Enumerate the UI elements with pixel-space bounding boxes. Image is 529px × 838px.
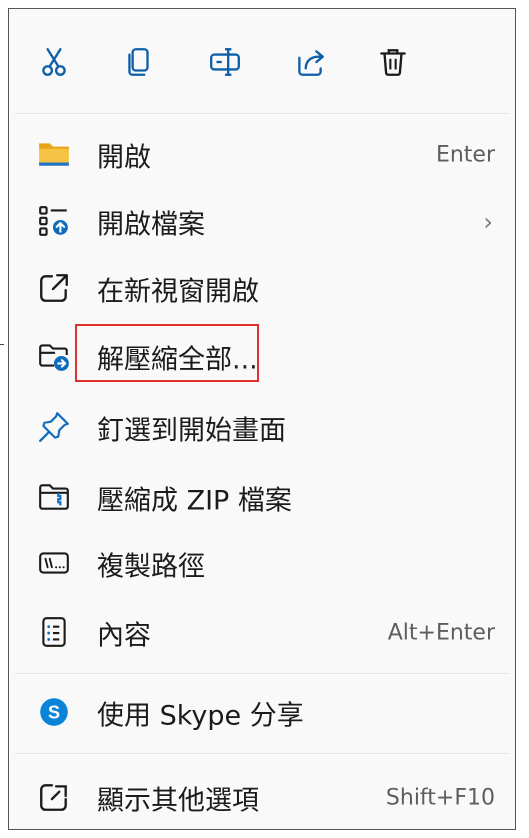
rename-button[interactable]	[205, 42, 245, 82]
menu-item-open[interactable]: 開啟 Enter	[9, 123, 515, 187]
menu-item-open-new-window[interactable]: 在新視窗開啟	[9, 257, 515, 321]
menu-item-label: 顯示其他選項	[97, 785, 259, 817]
more-options-icon	[37, 780, 71, 814]
pin-icon	[37, 410, 71, 444]
copy-button[interactable]	[119, 42, 159, 82]
extract-folder-icon	[37, 339, 71, 373]
copy-path-icon	[37, 546, 71, 580]
svg-text:S: S	[48, 702, 60, 722]
cut-icon	[42, 48, 66, 76]
menu-item-label: 開啟檔案	[97, 209, 205, 241]
cut-button[interactable]	[34, 42, 74, 82]
context-toolbar	[9, 9, 515, 113]
menu-item-label: 開啟	[97, 142, 151, 174]
menu-item-show-more-options[interactable]: 顯示其他選項 Shift+F10	[9, 766, 515, 830]
menu-item-label: 內容	[97, 620, 151, 652]
open-with-icon	[37, 204, 71, 238]
rename-icon	[210, 48, 240, 76]
menu-item-label: 使用 Skype 分享	[97, 700, 304, 732]
menu-item-label: 壓縮成 ZIP 檔案	[97, 485, 292, 517]
menu-item-label: 在新視窗開啟	[97, 276, 259, 308]
context-menu: 開啟 Enter 開啟檔案 › 在新視窗開啟 解壓縮全部... 釘選到開始畫面 …	[8, 8, 516, 830]
menu-item-extract-all[interactable]: 解壓縮全部...	[9, 325, 515, 389]
edge-mark	[0, 344, 4, 351]
menu-item-pin-to-start[interactable]: 釘選到開始畫面	[9, 396, 515, 460]
menu-item-open-with[interactable]: 開啟檔案 ›	[9, 190, 515, 254]
menu-item-label: 釘選到開始畫面	[97, 415, 286, 447]
zip-icon	[37, 480, 71, 514]
menu-item-label: 解壓縮全部...	[97, 344, 258, 376]
delete-icon	[380, 49, 406, 76]
skype-icon: S	[37, 695, 71, 729]
separator	[15, 753, 509, 754]
share-icon	[298, 50, 324, 76]
menu-item-share-skype[interactable]: S 使用 Skype 分享	[9, 681, 515, 745]
properties-icon	[37, 615, 71, 649]
separator	[15, 673, 509, 674]
shortcut-label: Enter	[435, 142, 495, 168]
shortcut-label: Shift+F10	[385, 785, 495, 811]
separator	[15, 113, 509, 114]
menu-item-copy-path[interactable]: 複製路徑	[9, 532, 515, 596]
open-new-window-icon	[37, 271, 71, 305]
chevron-right-icon: ›	[483, 208, 493, 236]
share-button[interactable]	[290, 42, 330, 82]
folder-icon	[37, 137, 71, 171]
shortcut-label: Alt+Enter	[387, 620, 495, 646]
menu-item-properties[interactable]: 內容 Alt+Enter	[9, 601, 515, 665]
menu-item-label: 複製路徑	[97, 551, 205, 583]
delete-button[interactable]	[373, 42, 413, 82]
menu-item-compress-zip[interactable]: 壓縮成 ZIP 檔案	[9, 466, 515, 530]
copy-icon	[128, 48, 149, 76]
